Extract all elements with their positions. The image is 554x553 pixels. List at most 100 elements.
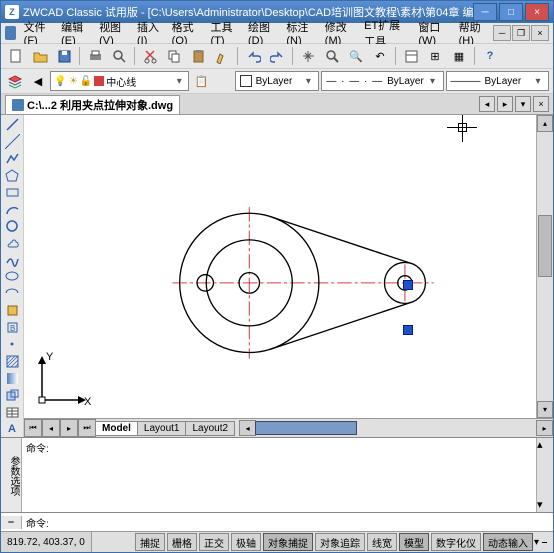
scroll-up-icon[interactable]: ▴ — [537, 115, 553, 132]
tab-layout1[interactable]: Layout1 — [137, 421, 187, 436]
point-icon[interactable] — [3, 337, 21, 353]
copy-icon[interactable] — [163, 45, 185, 67]
tab-model[interactable]: Model — [95, 421, 138, 436]
tab-last-icon[interactable]: ⏭ — [78, 419, 96, 437]
color-value: ByLayer — [256, 76, 293, 87]
document-tab[interactable]: C:\...2 利用夹点拉伸对象.dwg — [5, 95, 180, 114]
maximize-button[interactable]: □ — [499, 3, 523, 21]
dropdown-icon: ▾ — [302, 76, 314, 87]
status-osnap[interactable]: 对象捕捉 — [263, 533, 313, 551]
scroll-down-icon[interactable]: ▾ — [537, 401, 553, 418]
drawing-canvas[interactable]: Y X — [24, 115, 536, 418]
status-model[interactable]: 模型 — [399, 533, 429, 551]
sun-icon: ☀ — [69, 76, 78, 87]
ellipse-arc-icon[interactable] — [3, 286, 21, 302]
mtext-icon[interactable]: A — [3, 421, 21, 437]
tab-scroll-left[interactable]: ◂ — [479, 96, 495, 112]
app-menu-icon[interactable] — [5, 26, 16, 40]
arc-icon[interactable] — [3, 201, 21, 217]
status-tray-icon[interactable]: ▾ — [534, 537, 539, 548]
scroll-right-icon[interactable]: ▸ — [536, 420, 553, 436]
polyline-icon[interactable] — [3, 151, 21, 167]
grip-point[interactable] — [403, 280, 413, 290]
tab-next-icon[interactable]: ▸ — [60, 419, 78, 437]
status-lwt[interactable]: 线宽 — [367, 533, 397, 551]
status-digi[interactable]: 数字化仪 — [431, 533, 481, 551]
scroll-left-icon[interactable]: ◂ — [239, 420, 256, 436]
make-block-icon[interactable]: B — [3, 320, 21, 336]
status-lock-icon[interactable]: ⎯ — [542, 537, 547, 548]
circle-icon[interactable] — [3, 218, 21, 234]
pan-icon[interactable] — [297, 45, 319, 67]
cut-icon[interactable] — [139, 45, 161, 67]
scroll-thumb[interactable] — [255, 421, 357, 435]
new-icon[interactable] — [5, 45, 27, 67]
doc-close-button[interactable]: × — [531, 25, 549, 41]
gradient-icon[interactable] — [3, 370, 21, 386]
layer-prev-icon[interactable]: ◀ — [28, 70, 49, 92]
zoom-prev-icon[interactable]: ↶ — [369, 45, 391, 67]
doc-restore-button[interactable]: ❐ — [512, 25, 530, 41]
match-icon[interactable] — [211, 45, 233, 67]
open-icon[interactable] — [29, 45, 51, 67]
paste-icon[interactable] — [187, 45, 209, 67]
grip-point[interactable] — [403, 325, 413, 335]
redo-icon[interactable] — [266, 45, 288, 67]
save-icon[interactable] — [53, 45, 75, 67]
properties-icon[interactable] — [400, 45, 422, 67]
print-icon[interactable] — [84, 45, 106, 67]
tab-close-button[interactable]: × — [533, 96, 549, 112]
command-history-text[interactable]: 命令: — [22, 438, 536, 512]
close-button[interactable]: × — [525, 3, 549, 21]
layer-states-icon[interactable]: 📋 — [191, 70, 212, 92]
hatch-icon[interactable] — [3, 353, 21, 369]
doc-minimize-button[interactable]: ─ — [493, 25, 511, 41]
table-icon[interactable] — [3, 404, 21, 420]
status-snap[interactable]: 捕捉 — [135, 533, 165, 551]
status-ortho[interactable]: 正交 — [199, 533, 229, 551]
linetype-combo[interactable]: — · — · — ByLayer ▾ — [321, 71, 443, 91]
layer-combo[interactable]: 💡 ☀ 🔓 中心线 ▾ — [50, 71, 189, 91]
region-icon[interactable] — [3, 387, 21, 403]
tool-palette-icon[interactable]: ▦ — [448, 45, 470, 67]
tab-scroll-right[interactable]: ▸ — [497, 96, 513, 112]
lineweight-combo[interactable]: ——— ByLayer ▾ — [446, 71, 549, 91]
tab-layout2[interactable]: Layout2 — [185, 421, 235, 436]
tab-prev-icon[interactable]: ◂ — [42, 419, 60, 437]
vertical-scrollbar[interactable]: ▴ ▾ — [536, 115, 553, 418]
ellipse-icon[interactable] — [3, 269, 21, 285]
color-combo[interactable]: ByLayer ▾ — [235, 71, 320, 91]
command-input-row: ⎯ 命令: — [1, 512, 553, 531]
help-icon[interactable]: ? — [479, 45, 501, 67]
polygon-icon[interactable] — [3, 168, 21, 184]
scroll-thumb[interactable] — [538, 215, 552, 277]
undo-icon[interactable] — [242, 45, 264, 67]
scroll-up-icon[interactable]: ▴ — [537, 438, 553, 452]
tab-first-icon[interactable]: ⏮ — [24, 419, 42, 437]
command-input[interactable]: 命令: — [22, 515, 553, 530]
revcloud-icon[interactable] — [3, 235, 21, 251]
status-grid[interactable]: 栅格 — [167, 533, 197, 551]
horizontal-scrollbar[interactable]: ◂ ▸ — [239, 420, 553, 436]
zoom-window-icon[interactable]: 🔍 — [345, 45, 367, 67]
status-bar: 819.72, 403.37, 0 捕捉 栅格 正交 极轴 对象捕捉 对象追踪 … — [1, 531, 553, 552]
spline-icon[interactable] — [3, 252, 21, 268]
preview-icon[interactable] — [108, 45, 130, 67]
insert-block-icon[interactable] — [3, 303, 21, 319]
command-handle-icon[interactable]: ⎯ — [1, 516, 22, 529]
coordinates-display[interactable]: 819.72, 403.37, 0 — [1, 532, 92, 552]
command-scrollbar[interactable]: ▴ ▾ — [536, 438, 553, 512]
scroll-down-icon[interactable]: ▾ — [537, 498, 553, 512]
rectangle-icon[interactable] — [3, 185, 21, 201]
design-center-icon[interactable]: ⊞ — [424, 45, 446, 67]
svg-text:B: B — [10, 324, 15, 333]
status-otrack[interactable]: 对象追踪 — [315, 533, 365, 551]
layer-manager-icon[interactable] — [5, 70, 26, 92]
status-polar[interactable]: 极轴 — [231, 533, 261, 551]
zoom-icon[interactable] — [321, 45, 343, 67]
status-dyn[interactable]: 动态输入 — [483, 533, 533, 551]
xline-icon[interactable] — [3, 134, 21, 150]
command-panel-label: 参数选项 — [1, 438, 22, 512]
tab-menu-button[interactable]: ▾ — [515, 96, 531, 112]
line-icon[interactable] — [3, 117, 21, 133]
